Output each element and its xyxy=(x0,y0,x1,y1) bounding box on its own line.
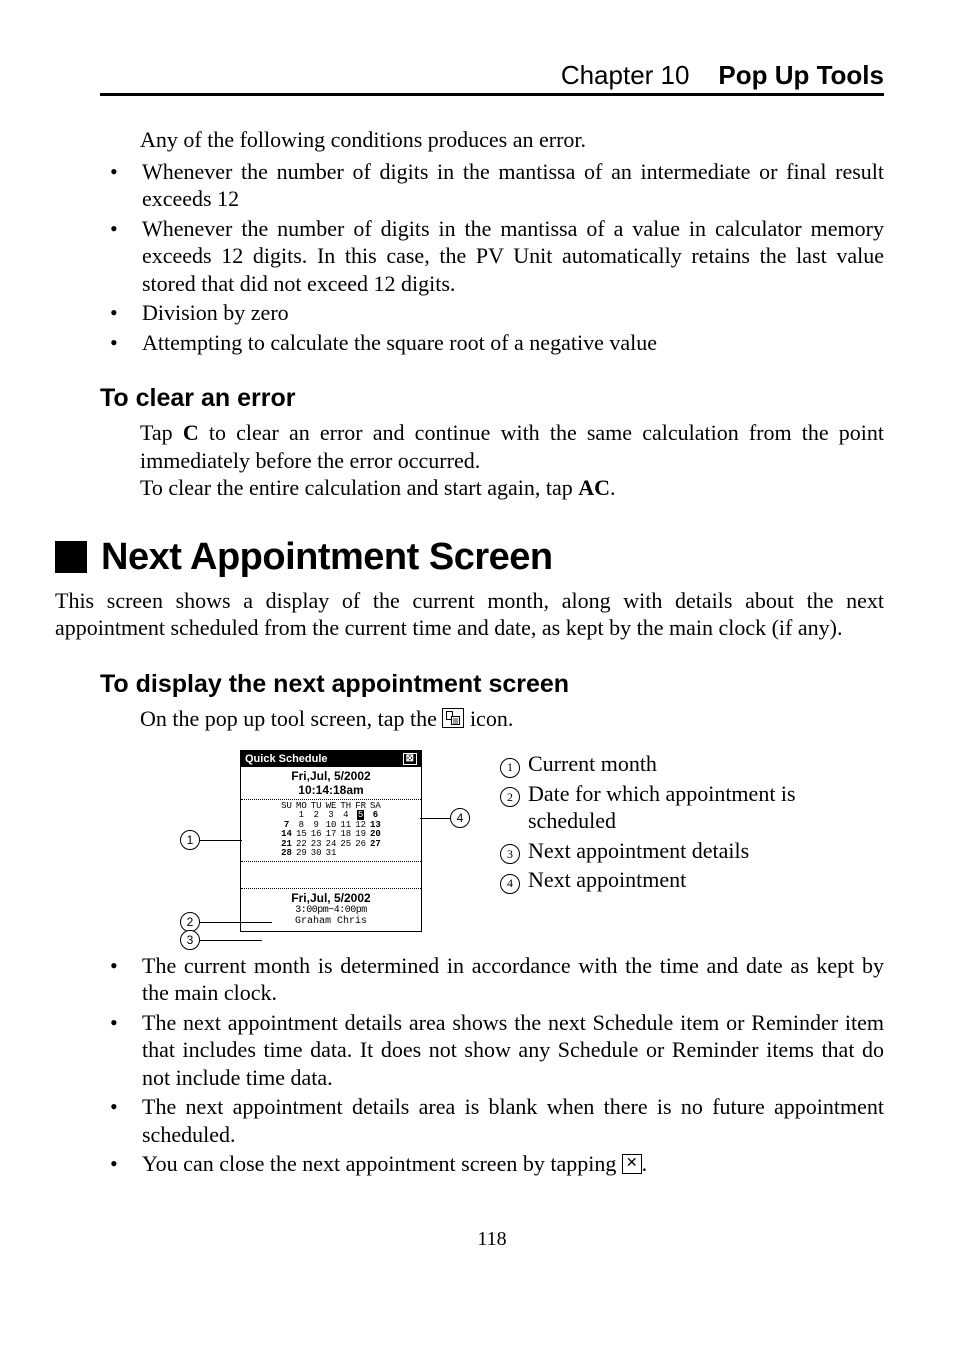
circle-number-icon: 4 xyxy=(450,808,470,828)
legend-text: Next appointment xyxy=(528,866,686,894)
figure-left: Quick Schedule ⊠ Fri,Jul, 5/2002 10:14:1… xyxy=(180,750,440,932)
list-item: Attempting to calculate the square root … xyxy=(100,329,884,357)
circle-number-icon: 4 xyxy=(500,874,520,894)
quick-schedule-icon xyxy=(442,708,464,728)
list-item: Whenever the number of digits in the man… xyxy=(100,215,884,298)
text-fragment: On the pop up tool screen, tap the xyxy=(140,706,442,731)
text-fragment: icon. xyxy=(470,706,513,731)
close-icon: ✕ xyxy=(622,1154,642,1174)
circle-number-icon: 3 xyxy=(500,844,520,864)
circle-number-icon: 1 xyxy=(180,830,200,850)
qs-titlebar: Quick Schedule ⊠ xyxy=(241,751,421,767)
cal-day: 27 xyxy=(368,840,383,849)
clear-error-body: Tap C to clear an error and continue wit… xyxy=(140,419,884,502)
chapter-title: Pop Up Tools xyxy=(718,60,884,90)
circle-number-icon: 2 xyxy=(500,787,520,807)
text-fragment: To clear the entire calculation and star… xyxy=(140,475,578,500)
list-item: The next appointment details area shows … xyxy=(100,1009,884,1092)
legend-text: Next appointment details xyxy=(528,837,749,865)
qs-title: Quick Schedule xyxy=(245,753,328,765)
tap-instruction: On the pop up tool screen, tap the icon. xyxy=(140,705,884,733)
chapter-label: Chapter 10 xyxy=(561,60,690,90)
legend-text: Current month xyxy=(528,750,657,778)
qs-date-header: Fri,Jul, 5/2002 xyxy=(241,767,421,783)
next-appt-intro: This screen shows a display of the curre… xyxy=(55,587,884,642)
cal-day: 25 xyxy=(338,840,353,849)
close-icon: ⊠ xyxy=(403,753,417,765)
page-number: 118 xyxy=(100,1228,884,1251)
figure-row: Quick Schedule ⊠ Fri,Jul, 5/2002 10:14:1… xyxy=(180,750,884,932)
quick-schedule-screenshot: Quick Schedule ⊠ Fri,Jul, 5/2002 10:14:1… xyxy=(240,750,422,932)
text-fragment: You can close the next appointment scree… xyxy=(142,1151,622,1176)
section-heading-row: Next Appointment Screen xyxy=(55,536,884,579)
next-appt-heading: Next Appointment Screen xyxy=(101,536,553,579)
notes-list: The current month is determined in accor… xyxy=(100,952,884,1178)
marker-4: 4 xyxy=(420,808,470,828)
errors-list: Whenever the number of digits in the man… xyxy=(100,158,884,357)
list-item: Whenever the number of digits in the man… xyxy=(100,158,884,213)
cal-day: 30 xyxy=(309,849,324,858)
cal-day-selected: 5 xyxy=(357,810,364,820)
section-square-icon xyxy=(55,541,87,573)
qs-time-header: 10:14:18am xyxy=(241,783,421,800)
cal-day: 26 xyxy=(353,840,368,849)
legend-text: Date for which appointment is scheduled xyxy=(528,780,884,835)
cal-day: 28 xyxy=(279,849,294,858)
circle-number-icon: 2 xyxy=(180,912,200,932)
clear-error-heading: To clear an error xyxy=(100,384,884,413)
errors-intro: Any of the following conditions produces… xyxy=(140,126,884,154)
list-item: You can close the next appointment scree… xyxy=(100,1150,884,1178)
text-fragment: . xyxy=(642,1151,648,1176)
cal-day: 31 xyxy=(324,849,339,858)
figure-legend: 1 Current month 2 Date for which appointme… xyxy=(500,750,884,896)
marker-1: 1 xyxy=(180,830,242,850)
appt-date: Fri,Jul, 5/2002 xyxy=(241,891,421,905)
list-item: The current month is determined in accor… xyxy=(100,952,884,1007)
spacer-band xyxy=(241,861,421,889)
marker-2: 2 xyxy=(180,912,272,932)
circle-number-icon: 3 xyxy=(180,930,200,950)
text-fragment: to clear an error and continue with the … xyxy=(140,420,884,473)
list-item: Division by zero xyxy=(100,299,884,327)
chapter-header: Chapter 10 Pop Up Tools xyxy=(100,60,884,96)
key-ac: AC xyxy=(578,475,610,500)
key-c: C xyxy=(183,420,199,445)
marker-3: 3 xyxy=(180,930,262,950)
list-item: The next appointment details area is bla… xyxy=(100,1093,884,1148)
text-fragment: . xyxy=(610,475,616,500)
text-fragment: Tap xyxy=(140,420,183,445)
calendar-grid: SU MO TU WE TH FR SA 1 2 3 4 5 6 xyxy=(279,802,383,859)
circle-number-icon: 1 xyxy=(500,758,520,778)
display-next-appt-heading: To display the next appointment screen xyxy=(100,670,884,699)
cal-day: 29 xyxy=(294,849,309,858)
day-header: SU xyxy=(279,802,294,811)
